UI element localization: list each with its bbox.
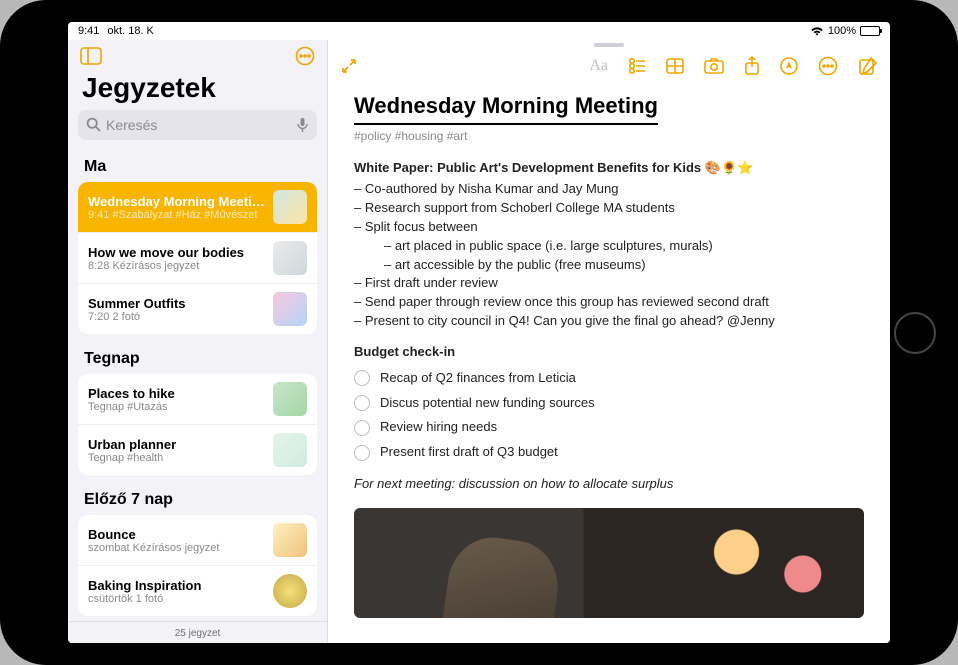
checklist-item[interactable]: Discus potential new funding sources bbox=[354, 391, 864, 416]
note-bullets: – Co-authored by Nisha Kumar and Jay Mun… bbox=[354, 180, 864, 331]
expand-icon[interactable] bbox=[340, 57, 358, 75]
ipad-frame: 9:41 okt. 18. K 100% bbox=[0, 0, 958, 665]
checklist-item[interactable]: Review hiring needs bbox=[354, 415, 864, 440]
note-subtitle: 7:20 2 fotó bbox=[88, 311, 265, 323]
note-title: How we move our bodies bbox=[88, 245, 265, 260]
wifi-icon bbox=[810, 26, 824, 36]
search-input[interactable] bbox=[78, 110, 317, 140]
battery-icon bbox=[860, 26, 880, 36]
note-section-title: Budget check-in bbox=[354, 343, 864, 362]
note-thumbnail bbox=[273, 433, 307, 467]
note-thumbnail bbox=[273, 574, 307, 608]
note-row[interactable]: Urban planner Tegnap #health bbox=[78, 424, 317, 475]
content-toolbar: Aa bbox=[328, 50, 890, 82]
status-time: 9:41 bbox=[78, 25, 99, 37]
note-subtitle: Tegnap #health bbox=[88, 452, 265, 464]
note-subtitle: szombat Kézírásos jegyzet bbox=[88, 542, 265, 554]
screen: 9:41 okt. 18. K 100% bbox=[68, 22, 890, 643]
checkbox-icon[interactable] bbox=[354, 420, 370, 436]
mic-icon[interactable] bbox=[296, 117, 309, 133]
checklist-icon[interactable] bbox=[628, 57, 646, 75]
notes-list[interactable]: Ma Wednesday Morning Meeting 9:41 #Szabá… bbox=[68, 148, 327, 621]
note-image[interactable] bbox=[354, 508, 864, 618]
note-thumbnail bbox=[273, 523, 307, 557]
note-footnote: For next meeting: discussion on how to a… bbox=[354, 475, 864, 494]
share-icon[interactable] bbox=[744, 56, 760, 76]
checkbox-icon[interactable] bbox=[354, 395, 370, 411]
note-count: 25 jegyzet bbox=[68, 621, 327, 643]
note-row[interactable]: Baking Inspiration csütörtök 1 fotó bbox=[78, 565, 317, 616]
checkbox-icon[interactable] bbox=[354, 445, 370, 461]
home-button[interactable] bbox=[894, 312, 936, 354]
note-content: Aa bbox=[328, 40, 890, 643]
note-title: Urban planner bbox=[88, 437, 265, 452]
checkbox-icon[interactable] bbox=[354, 370, 370, 386]
sidebar-toggle-icon[interactable] bbox=[80, 47, 102, 65]
more-icon[interactable] bbox=[295, 46, 315, 66]
compose-icon[interactable] bbox=[858, 56, 878, 76]
table-icon[interactable] bbox=[666, 58, 684, 74]
status-bar: 9:41 okt. 18. K 100% bbox=[68, 22, 890, 40]
battery-pct: 100% bbox=[828, 25, 856, 37]
note-subtitle: Tegnap #Utazás bbox=[88, 401, 265, 413]
section-header: Tegnap bbox=[78, 340, 317, 374]
note-doc-title: Wednesday Morning Meeting bbox=[354, 90, 658, 125]
note-tags: #policy #housing #art bbox=[354, 128, 864, 145]
note-row[interactable]: Bounce szombat Kézírásos jegyzet bbox=[78, 515, 317, 565]
note-title: Baking Inspiration bbox=[88, 578, 265, 593]
status-date: okt. 18. K bbox=[107, 25, 153, 37]
note-subhead: White Paper: Public Art's Development Be… bbox=[354, 159, 864, 178]
note-subtitle: csütörtök 1 fotó bbox=[88, 593, 265, 605]
text-format-icon[interactable]: Aa bbox=[589, 57, 608, 75]
note-title: Bounce bbox=[88, 527, 265, 542]
checklist-item[interactable]: Present first draft of Q3 budget bbox=[354, 440, 864, 465]
note-thumbnail bbox=[273, 190, 307, 224]
note-title: Summer Outfits bbox=[88, 296, 265, 311]
sidebar: Jegyzetek Ma Wednesday Mo bbox=[68, 40, 328, 643]
note-title: Places to hike bbox=[88, 386, 265, 401]
search-icon bbox=[86, 117, 101, 132]
note-row[interactable]: Summer Outfits 7:20 2 fotó bbox=[78, 283, 317, 334]
sidebar-title: Jegyzetek bbox=[68, 72, 327, 110]
note-subtitle: 9:41 #Szabályzat #Ház #Művészet bbox=[88, 209, 265, 221]
more-options-icon[interactable] bbox=[818, 56, 838, 76]
checklist-item[interactable]: Recap of Q2 finances from Leticia bbox=[354, 366, 864, 391]
section-header: Előző 7 nap bbox=[78, 481, 317, 515]
note-row[interactable]: Wednesday Morning Meeting 9:41 #Szabályz… bbox=[78, 182, 317, 232]
note-thumbnail bbox=[273, 292, 307, 326]
section-header: Ma bbox=[78, 148, 317, 182]
note-row[interactable]: Places to hike Tegnap #Utazás bbox=[78, 374, 317, 424]
note-row[interactable]: How we move our bodies 8:28 Kézírásos je… bbox=[78, 232, 317, 283]
notes-app: Jegyzetek Ma Wednesday Mo bbox=[68, 40, 890, 643]
drag-handle-icon[interactable] bbox=[594, 43, 624, 47]
note-thumbnail bbox=[273, 241, 307, 275]
note-subtitle: 8:28 Kézírásos jegyzet bbox=[88, 260, 265, 272]
markup-icon[interactable] bbox=[780, 57, 798, 75]
camera-icon[interactable] bbox=[704, 58, 724, 74]
note-thumbnail bbox=[273, 382, 307, 416]
note-title: Wednesday Morning Meeting bbox=[88, 194, 265, 209]
note-body[interactable]: Wednesday Morning Meeting #policy #housi… bbox=[328, 82, 890, 643]
